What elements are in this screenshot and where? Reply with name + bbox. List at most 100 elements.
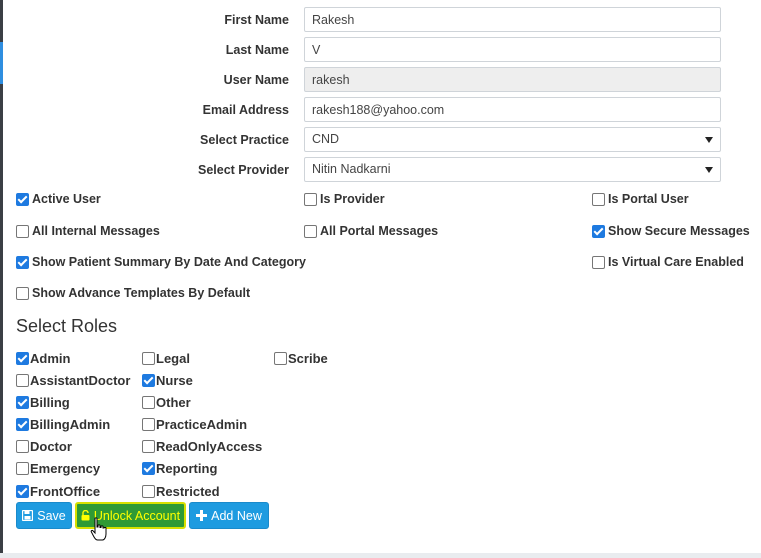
practice-selected-value: CND — [312, 132, 340, 146]
user-name-row: User Name — [0, 67, 730, 93]
checkbox-box[interactable] — [16, 396, 29, 409]
checkbox-box[interactable] — [16, 286, 29, 300]
checkbox-box[interactable] — [142, 374, 155, 387]
checkbox-box[interactable] — [142, 396, 155, 409]
is-provider-checkbox[interactable]: Is Provider — [304, 192, 385, 206]
chevron-down-icon — [705, 137, 713, 143]
show-advance-templates-checkbox[interactable]: Show Advance Templates By Default — [16, 286, 250, 300]
role-nurse-checkbox[interactable]: Nurse — [142, 373, 193, 388]
checkbox-box[interactable] — [304, 224, 317, 238]
practice-select[interactable]: CND — [304, 127, 721, 152]
role-readonlyaccess-checkbox[interactable]: ReadOnlyAccess — [142, 439, 262, 454]
checkbox-box[interactable] — [16, 224, 29, 238]
role-label: Emergency — [30, 461, 101, 476]
chevron-down-icon — [705, 167, 713, 173]
role-label: Reporting — [156, 461, 218, 476]
checkbox-box[interactable] — [142, 462, 155, 475]
is-virtual-care-enabled-checkbox[interactable]: Is Virtual Care Enabled — [592, 255, 744, 269]
user-name-input — [304, 67, 721, 92]
role-restricted-checkbox[interactable]: Restricted — [142, 484, 220, 499]
role-label: Legal — [156, 351, 190, 366]
is-portal-user-checkbox[interactable]: Is Portal User — [592, 192, 689, 206]
checkbox-box[interactable] — [142, 352, 155, 365]
checkbox-box[interactable] — [142, 418, 155, 431]
checkbox-box[interactable] — [142, 485, 155, 498]
checkbox-box[interactable] — [592, 192, 605, 206]
role-practiceadmin-checkbox[interactable]: PracticeAdmin — [142, 417, 247, 432]
email-input[interactable] — [304, 97, 721, 122]
role-billing-checkbox[interactable]: Billing — [16, 395, 70, 410]
checkbox-box[interactable] — [592, 255, 605, 269]
last-name-input[interactable] — [304, 37, 721, 62]
role-label: Admin — [30, 351, 71, 366]
role-label: Scribe — [288, 351, 328, 366]
save-button-label: Save — [37, 508, 66, 523]
show-advance-templates-label: Show Advance Templates By Default — [32, 286, 251, 300]
bottom-footer-band — [0, 553, 761, 558]
checkbox-box[interactable] — [16, 440, 29, 453]
is-virtual-care-enabled-label: Is Virtual Care Enabled — [608, 255, 744, 269]
role-label: Billing — [30, 395, 70, 410]
all-internal-messages-checkbox[interactable]: All Internal Messages — [16, 224, 160, 238]
role-legal-checkbox[interactable]: Legal — [142, 351, 190, 366]
role-billingadmin-checkbox[interactable]: BillingAdmin — [16, 417, 110, 432]
email-row: Email Address — [0, 97, 730, 123]
add-new-button[interactable]: Add New — [189, 502, 269, 529]
checkbox-box[interactable] — [592, 224, 605, 238]
show-patient-summary-checkbox[interactable]: Show Patient Summary By Date And Categor… — [16, 255, 306, 269]
select-roles-heading: Select Roles — [16, 316, 118, 336]
practice-label: Select Practice — [200, 133, 289, 147]
hand-pointer-cursor-icon — [90, 517, 108, 546]
role-reporting-checkbox[interactable]: Reporting — [142, 461, 217, 476]
is-provider-label: Is Provider — [320, 192, 385, 206]
provider-select[interactable]: Nitin Nadkarni — [304, 157, 721, 182]
role-emergency-checkbox[interactable]: Emergency — [16, 461, 100, 476]
active-user-label: Active User — [32, 192, 101, 206]
all-portal-messages-label: All Portal Messages — [320, 224, 439, 238]
checkbox-box[interactable] — [142, 440, 155, 453]
checkbox-box[interactable] — [16, 192, 29, 206]
email-label: Email Address — [202, 103, 289, 117]
checkbox-box[interactable] — [16, 418, 29, 431]
user-name-label: User Name — [223, 73, 289, 87]
checkbox-box[interactable] — [304, 192, 317, 206]
role-doctor-checkbox[interactable]: Doctor — [16, 439, 72, 454]
show-patient-summary-label: Show Patient Summary By Date And Categor… — [32, 255, 306, 269]
role-label: BillingAdmin — [30, 417, 111, 432]
provider-selected-value: Nitin Nadkarni — [312, 162, 391, 176]
role-label: PracticeAdmin — [156, 417, 248, 432]
checkbox-box[interactable] — [274, 352, 287, 365]
checkbox-box[interactable] — [16, 352, 29, 365]
role-scribe-checkbox[interactable]: Scribe — [274, 351, 328, 366]
role-label: FrontOffice — [30, 484, 101, 499]
first-name-label: First Name — [224, 13, 289, 27]
role-label: Doctor — [30, 439, 72, 454]
role-admin-checkbox[interactable]: Admin — [16, 351, 70, 366]
role-label: Nurse — [156, 373, 193, 388]
save-button[interactable]: Save — [16, 502, 72, 529]
role-label: ReadOnlyAccess — [156, 439, 263, 454]
role-other-checkbox[interactable]: Other — [142, 395, 191, 410]
role-label: Other — [156, 395, 191, 410]
show-secure-messages-checkbox[interactable]: Show Secure Messages — [592, 224, 750, 238]
active-user-checkbox[interactable]: Active User — [16, 192, 101, 206]
last-name-label: Last Name — [225, 43, 289, 57]
role-frontoffice-checkbox[interactable]: FrontOffice — [16, 484, 100, 499]
add-new-label: Add New — [211, 508, 262, 523]
first-name-row: First Name — [0, 7, 730, 33]
role-assistantdoctor-checkbox[interactable]: AssistantDoctor — [16, 373, 130, 388]
plus-icon — [196, 510, 208, 521]
provider-label: Select Provider — [197, 163, 289, 177]
first-name-input[interactable] — [304, 7, 721, 32]
provider-row: Select Provider Nitin Nadkarni — [0, 157, 730, 183]
checkbox-box[interactable] — [16, 255, 29, 269]
is-portal-user-label: Is Portal User — [608, 192, 689, 206]
role-label: Restricted — [156, 484, 220, 499]
checkbox-box[interactable] — [16, 374, 29, 387]
all-internal-messages-label: All Internal Messages — [32, 224, 160, 238]
checkbox-box[interactable] — [16, 485, 29, 498]
practice-row: Select Practice CND — [0, 127, 730, 153]
show-secure-messages-label: Show Secure Messages — [608, 224, 750, 238]
checkbox-box[interactable] — [16, 462, 29, 475]
all-portal-messages-checkbox[interactable]: All Portal Messages — [304, 224, 438, 238]
